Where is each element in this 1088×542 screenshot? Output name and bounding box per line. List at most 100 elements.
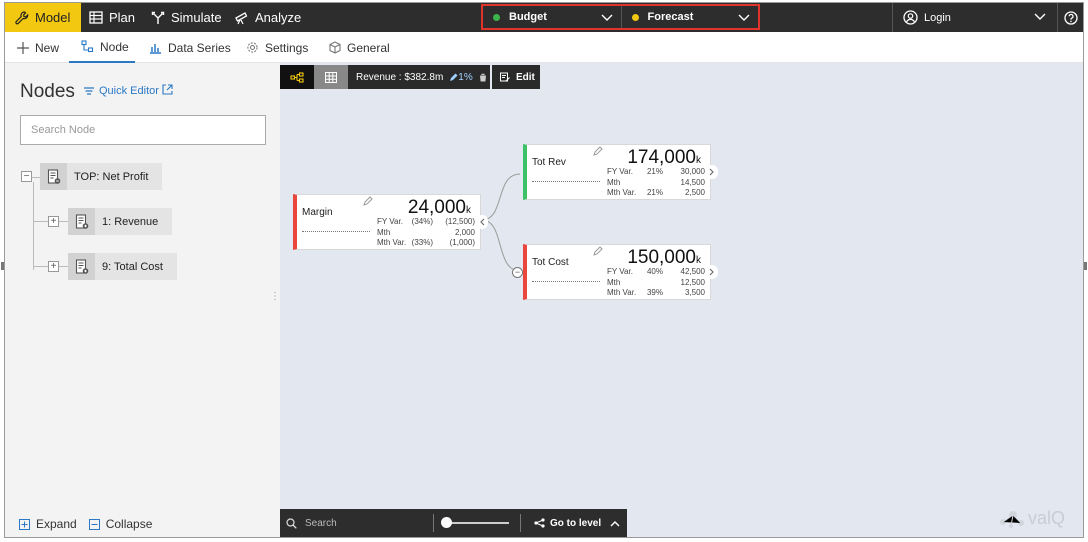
metric-label: Mth Var. — [607, 288, 637, 297]
divider — [520, 514, 521, 532]
tree-collapse-toggle[interactable]: − — [21, 171, 32, 182]
help-icon — [1063, 10, 1078, 25]
node-canvas[interactable]: Revenue : $382.8m 1% Edit Margin 24,000k… — [280, 63, 1083, 537]
node-card-tot-cost[interactable]: Tot Cost 150,000k FY Var. 40% 42,500 Mth 12… — [523, 244, 718, 300]
collapse-button[interactable]: Collapse — [88, 517, 153, 531]
node-doc-icon — [68, 253, 95, 280]
node-card-margin[interactable]: Margin 24,000k FY Var. (34%) (12,500) Mth 2… — [293, 194, 488, 250]
molecule-icon — [1000, 511, 1024, 528]
resize-handle-left[interactable] — [1, 262, 4, 270]
pencil-icon[interactable] — [363, 196, 373, 206]
expand-icon — [19, 518, 30, 530]
quick-editor-link[interactable]: Quick Editor — [83, 85, 159, 97]
node-value-unit: k — [696, 155, 701, 166]
tab-settings[interactable]: Settings — [246, 32, 308, 63]
tree-connector — [33, 182, 34, 270]
help-button[interactable] — [1057, 3, 1083, 32]
metric-label: Mth Var. — [377, 238, 407, 247]
metric-row: Mth 2,000 — [377, 228, 475, 239]
metric-pct: (34%) — [411, 217, 433, 226]
canvas-bottom-bar: Search Go to level — [280, 509, 627, 537]
panel-title: Nodes — [20, 81, 75, 102]
metric-label: FY Var. — [377, 217, 403, 226]
wrench-icon — [15, 10, 29, 24]
tab-node[interactable]: Node — [69, 32, 135, 63]
analyze-tab[interactable]: Analyze — [234, 3, 301, 32]
chevron-up-icon — [610, 520, 620, 526]
tab-data-series[interactable]: Data Series — [149, 32, 231, 63]
new-button[interactable]: New — [17, 32, 59, 63]
simulate-tab-label: Simulate — [171, 10, 222, 25]
metric-pct — [641, 278, 663, 289]
node-value-number: 150,000 — [627, 247, 696, 268]
model-tab[interactable]: Model — [5, 3, 81, 32]
collapse-children-button[interactable] — [476, 215, 488, 229]
metric-row: Mth Var. (33%) (1,000) — [377, 238, 475, 249]
grid-view-button[interactable] — [314, 65, 348, 89]
metric-value: 12,500 — [680, 277, 705, 287]
tree-item-label: 9: Total Cost — [102, 260, 163, 273]
pencil-icon[interactable] — [593, 246, 603, 256]
zoom-slider-thumb[interactable] — [441, 517, 452, 528]
go-to-level-button[interactable]: Go to level — [534, 509, 625, 537]
tree-expand-toggle[interactable]: + — [48, 261, 59, 272]
plus-icon — [17, 41, 29, 54]
zoom-slider-track[interactable] — [445, 522, 509, 524]
expand-children-button[interactable] — [706, 165, 718, 179]
trash-icon[interactable] — [478, 73, 487, 82]
resize-handle-right[interactable] — [1084, 262, 1087, 270]
metric-row: FY Var. 40% 42,500 — [607, 267, 705, 278]
bar-chart-icon — [150, 43, 161, 54]
brand-name: valQ — [1028, 507, 1066, 528]
metric-row: FY Var. 21% 30,000 — [607, 167, 705, 178]
tab-general-label: General — [347, 40, 390, 55]
plan-tab-label: Plan — [109, 10, 136, 25]
node-card-tot-rev[interactable]: Tot Rev 174,000k FY Var. 21% 30,000 Mth 14,… — [523, 144, 718, 200]
scenario-dropdown-budget[interactable]: Budget — [483, 6, 621, 28]
scenario-label: Budget — [509, 11, 547, 23]
expand-label: Expand — [36, 517, 77, 531]
chevron-down-icon — [1034, 13, 1046, 20]
chevron-right-icon — [709, 168, 714, 176]
expand-button[interactable]: Expand — [19, 517, 77, 531]
metric-row: FY Var. (34%) (12,500) — [377, 217, 475, 228]
plan-tab[interactable]: Plan — [89, 3, 135, 32]
tree-item-revenue[interactable]: 1: Revenue — [68, 208, 173, 235]
simulate-tab[interactable]: Simulate — [151, 3, 222, 32]
scenario-dropdown-forecast[interactable]: Forecast — [620, 6, 759, 28]
metric-row: Mth Var. 39% 3,500 — [607, 288, 705, 299]
hierarchy-icon — [534, 518, 545, 528]
metric-value: 2,000 — [454, 227, 475, 237]
node-doc-icon — [68, 208, 95, 235]
connector-margin-totcost — [481, 219, 521, 272]
analyze-tab-label: Analyze — [255, 10, 302, 25]
external-link-icon[interactable] — [162, 84, 173, 95]
telescope-icon — [235, 11, 248, 24]
tree-view-icon — [290, 71, 304, 83]
node-tree-icon — [81, 40, 94, 53]
canvas-search[interactable]: Search — [286, 509, 337, 537]
node-collapse-toggle[interactable]: − — [512, 267, 523, 278]
model-tab-label: Model — [35, 10, 71, 25]
toolbar: New Node Data Series Settings General — [5, 32, 1083, 63]
node-sparkline — [532, 281, 600, 282]
revenue-label: Revenue : $382.8m — [356, 71, 444, 83]
divider — [433, 514, 434, 532]
edit-button[interactable]: Edit — [492, 65, 540, 89]
collapse-label: Collapse — [105, 517, 153, 531]
tab-general[interactable]: General — [329, 32, 390, 63]
collapse-icon — [88, 518, 100, 530]
login-dropdown[interactable]: Login — [892, 3, 1053, 32]
tree-expand-toggle[interactable]: + — [48, 216, 59, 227]
tree-item-label: 1: Revenue — [102, 215, 159, 228]
revenue-indicator[interactable]: Revenue : $382.8m 1% — [348, 65, 490, 89]
tree-item-net-profit[interactable]: TOP: Net Profit — [40, 163, 163, 190]
tree-item-total-cost[interactable]: 9: Total Cost — [68, 253, 177, 280]
pencil-icon[interactable] — [593, 146, 603, 156]
tree-view-button[interactable] — [280, 65, 314, 89]
login-label: Login — [924, 11, 951, 24]
metric-label: FY Var. — [607, 267, 633, 276]
expand-children-button[interactable] — [706, 265, 718, 279]
metric-row: Mth 14,500 — [607, 178, 705, 189]
search-node-input[interactable] — [20, 115, 266, 145]
